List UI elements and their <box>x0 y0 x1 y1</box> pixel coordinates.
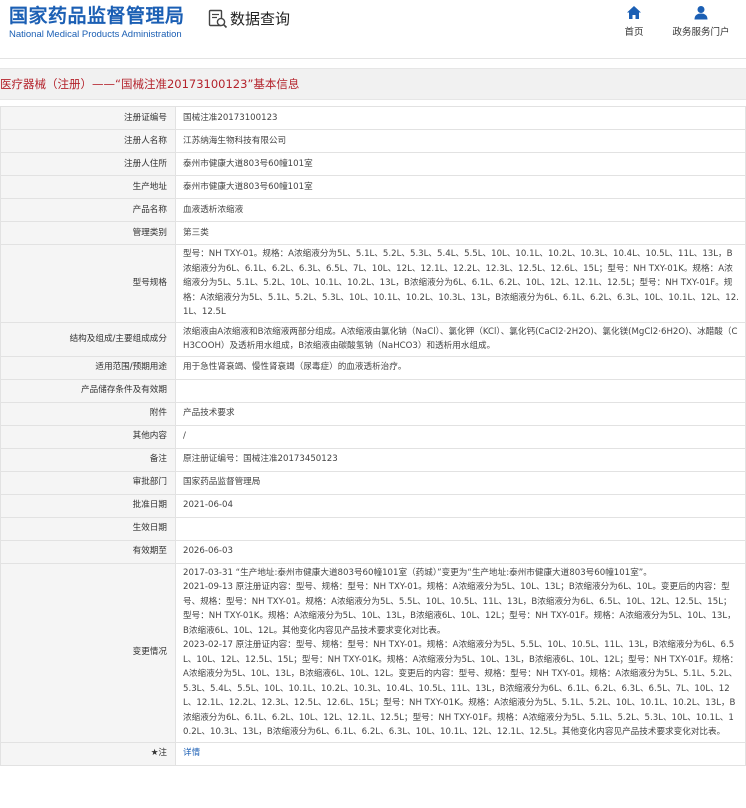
field-label: 注册人住所 <box>0 152 176 176</box>
field-value: 2026-06-03 <box>175 539 746 564</box>
field-label: 备注 <box>0 447 176 472</box>
field-label: 有效期至 <box>0 539 176 564</box>
field-label: 管理类别 <box>0 221 176 245</box>
home-icon <box>627 6 641 19</box>
field-label: 附件 <box>0 401 176 426</box>
field-value: 产品技术要求 <box>175 401 746 426</box>
table-row: 附件 产品技术要求 <box>0 401 746 426</box>
field-value: 国械注准20173100123 <box>175 106 746 130</box>
brand-name-en: National Medical Products Administration <box>9 29 182 40</box>
table-row: 结构及组成/主要组成成分 浓缩液由A浓缩液和B浓缩液两部分组成。A浓缩液由氯化钠… <box>0 321 746 357</box>
page-title-bar: 医疗器械（注册）——“国械注准20173100123”基本信息 <box>0 68 746 100</box>
field-value: 浓缩液由A浓缩液和B浓缩液两部分组成。A浓缩液由氯化钠（NaCl）、氯化钾（KC… <box>175 321 746 357</box>
field-value <box>175 378 746 403</box>
table-row: 注册证编号 国械注准20173100123 <box>0 106 746 130</box>
table-row: 其他内容 / <box>0 424 746 449</box>
field-label: 生产地址 <box>0 175 176 199</box>
nav-home-label: 首页 <box>624 27 644 38</box>
field-value: 江苏纳海生物科技有限公司 <box>175 129 746 153</box>
table-row: 生效日期 <box>0 516 746 541</box>
change-entry: 2023-02-17 原注册证内容：型号、规格：型号：NH TXY-01。规格：… <box>183 640 739 737</box>
table-row: 生产地址 泰州市健康大道803号60幢101室 <box>0 175 746 199</box>
data-query-link[interactable]: 数据查询 <box>208 8 290 29</box>
field-value: 泰州市健康大道803号60幢101室 <box>175 152 746 176</box>
field-label: 变更情况 <box>0 562 176 743</box>
nav-gov-portal[interactable]: 政务服务门户 <box>670 5 732 38</box>
table-row: 适用范围/预期用途 用于急性肾衰竭、慢性肾衰竭（尿毒症）的血液透析治疗。 <box>0 355 746 380</box>
field-label: 其他内容 <box>0 424 176 449</box>
field-value: 泰州市健康大道803号60幢101室 <box>175 175 746 199</box>
field-label: 注册证编号 <box>0 106 176 130</box>
field-label: 型号规格 <box>0 244 176 323</box>
field-label: 生效日期 <box>0 516 176 541</box>
table-row: 有效期至 2026-06-03 <box>0 539 746 564</box>
user-icon <box>694 6 708 20</box>
table-row: 产品储存条件及有效期 <box>0 378 746 403</box>
field-value: 国家药品监督管理局 <box>175 470 746 495</box>
page-title: 医疗器械（注册）——“国械注准20173100123”基本信息 <box>0 77 300 91</box>
change-entry: 2017-03-31 “生产地址:泰州市健康大道803号60幢101室（药城）”… <box>183 567 652 578</box>
table-row: 管理类别 第三类 <box>0 221 746 245</box>
brand-name-cn: 国家药品监督管理局 <box>9 5 185 27</box>
field-label: ★注 <box>0 741 176 766</box>
field-label: 产品名称 <box>0 198 176 222</box>
field-value: 详情 <box>175 741 746 766</box>
field-value: 原注册证编号：国械注准20173450123 <box>175 447 746 472</box>
table-row: 注册人住所 泰州市健康大道803号60幢101室 <box>0 152 746 176</box>
field-value: 型号：NH TXY-01。规格：A浓缩液分为5L、5.1L、5.2L、5.3L、… <box>175 244 746 323</box>
table-row: 变更情况 2017-03-31 “生产地址:泰州市健康大道803号60幢101室… <box>0 562 746 743</box>
data-query-icon <box>208 9 228 28</box>
field-label: 适用范围/预期用途 <box>0 355 176 380</box>
table-row: 审批部门 国家药品监督管理局 <box>0 470 746 495</box>
field-label: 注册人名称 <box>0 129 176 153</box>
table-row: 备注 原注册证编号：国械注准20173450123 <box>0 447 746 472</box>
detail-table: 注册证编号 国械注准20173100123 注册人名称 江苏纳海生物科技有限公司… <box>0 106 746 766</box>
detail-link[interactable]: 详情 <box>183 748 200 758</box>
field-value: 2021-06-04 <box>175 493 746 518</box>
field-value: 用于急性肾衰竭、慢性肾衰竭（尿毒症）的血液透析治疗。 <box>175 355 746 380</box>
field-value: 第三类 <box>175 221 746 245</box>
table-row: 批准日期 2021-06-04 <box>0 493 746 518</box>
site-logo[interactable]: 国家药品监督管理局 National Medical Products Admi… <box>9 4 185 41</box>
nav-gov-label: 政务服务门户 <box>672 27 730 38</box>
field-label: 产品储存条件及有效期 <box>0 378 176 403</box>
table-row: 产品名称 血液透析浓缩液 <box>0 198 746 222</box>
change-entry: 2021-09-13 原注册证内容：型号、规格：型号：NH TXY-01。规格：… <box>183 582 736 636</box>
field-value <box>175 516 746 541</box>
field-value: / <box>175 424 746 449</box>
data-query-label: 数据查询 <box>230 10 291 28</box>
field-label: 审批部门 <box>0 470 176 495</box>
field-label: 批准日期 <box>0 493 176 518</box>
table-row: ★注 详情 <box>0 741 746 766</box>
table-row: 注册人名称 江苏纳海生物科技有限公司 <box>0 129 746 153</box>
field-value: 血液透析浓缩液 <box>175 198 746 222</box>
field-label: 结构及组成/主要组成成分 <box>0 321 176 357</box>
site-header: 国家药品监督管理局 National Medical Products Admi… <box>0 0 746 59</box>
change-history: 2017-03-31 “生产地址:泰州市健康大道803号60幢101室（药城）”… <box>175 562 746 743</box>
nav-home[interactable]: 首页 <box>620 5 648 38</box>
table-row: 型号规格 型号：NH TXY-01。规格：A浓缩液分为5L、5.1L、5.2L、… <box>0 244 746 323</box>
